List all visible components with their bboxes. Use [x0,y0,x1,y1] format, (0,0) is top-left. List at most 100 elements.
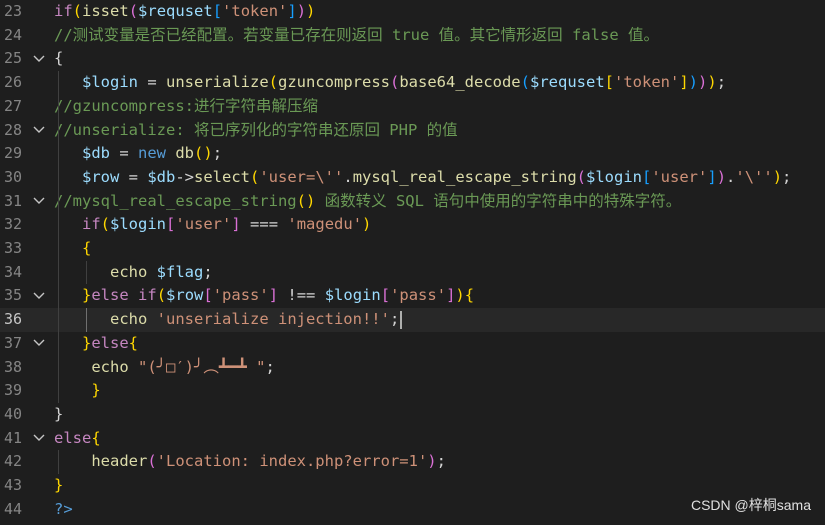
code-line[interactable]: 39 } [0,379,825,403]
code-line[interactable]: 37 }else{ [0,332,825,356]
code-line[interactable]: 34 echo $flag; [0,261,825,285]
line-number: 28 [3,120,22,139]
code-line[interactable]: 30 $row = $db->select('user=\''.mysql_re… [0,166,825,190]
code-token: ( [576,167,586,186]
code-line[interactable]: 29 $db = new db(); [0,142,825,166]
code-line[interactable]: 32 if($login['user'] === 'magedu') [0,213,825,237]
code-token: [ [203,286,213,305]
fold-chevron-icon[interactable] [31,47,47,71]
code-token: ) [203,144,213,163]
code-token: ; [389,310,400,329]
code-line[interactable]: 42 header('Location: index.php?error=1')… [0,450,825,474]
code-token: 'unserialize injection!!' [156,310,390,329]
code-token: } [82,286,92,305]
code-token: ) [716,167,727,186]
line-number: 44 [3,499,22,518]
code-token: isset [82,2,129,20]
code-token: "(╯□′)╯︵┻━┻ " [138,357,266,376]
code-token: echo [110,262,148,281]
fold-chevron-icon[interactable] [31,190,47,214]
code-token: ; [212,144,223,163]
code-content: //测试变量是否已经配置。若变量已存在则返回 true 值。其它情形返回 fal… [54,24,659,48]
code-token: $login [324,286,381,305]
code-token: mysql_real_escape_string [352,167,577,186]
code-line[interactable]: 26 $login = unserialize(gzuncompress(bas… [0,71,825,95]
line-number: 39 [3,381,22,400]
code-token: [ [642,167,652,186]
code-line[interactable]: 28 //unserialize: 将已序列化的字符串还原回 PHP 的值 [0,119,825,143]
code-content: else{ [54,427,101,451]
line-number: 33 [3,239,22,257]
code-content: echo $flag; [54,261,213,285]
code-token: 'token' [614,73,680,92]
fold-chevron-icon[interactable] [31,332,47,356]
fold-chevron-icon[interactable] [31,427,47,451]
code-content: $row = $db->select('user=\''.mysql_real_… [54,166,791,190]
code-content: ?> [54,498,73,522]
line-number: 30 [3,167,22,186]
code-token: 'token' [222,2,288,20]
code-line[interactable]: 33 { [0,237,825,261]
code-token: //mysql_real_escape_string [54,191,297,210]
code-token: } [54,476,64,494]
indent-guide [58,71,59,403]
line-number: 37 [3,333,22,352]
code-token: ( [389,73,400,92]
code-token: ) [362,215,372,234]
code-token: } [54,404,64,423]
code-token: [ [380,286,391,305]
code-token: { [464,286,475,305]
line-number: 36 [3,310,22,329]
line-number: 32 [3,215,22,234]
code-line[interactable]: 24 //测试变量是否已经配置。若变量已存在则返回 true 值。其它情形返回 f… [0,24,825,48]
code-token: ( [72,2,83,20]
code-token: $login [110,215,167,234]
code-line[interactable]: 31 //mysql_real_escape_string() 函数转义 SQL … [0,190,825,214]
indent-guide [58,450,59,474]
code-line[interactable]: 23 if(isset($requset['token'])) [0,0,825,24]
code-token: unserialize [166,73,269,92]
code-token: 'user' [651,167,708,186]
code-token: ] [679,73,689,92]
code-token: } [82,333,92,352]
code-token: ; [265,357,275,376]
line-number: 34 [3,262,22,281]
fold-chevron-icon[interactable] [31,119,47,143]
code-editor[interactable]: 23 if(isset($requset['token'])) 24//测试变量是否… [0,0,825,525]
code-token: ; [782,167,792,186]
code-content: } [54,379,100,403]
code-line[interactable]: 38 echo "(╯□′)╯︵┻━┻ "; [0,356,825,380]
code-token: db [175,144,195,163]
code-content: //gzuncompress:进行字符串解压缩 [54,95,318,119]
code-token: base64_decode [399,73,521,92]
code-token: echo [110,310,148,329]
code-token: ( [128,2,139,20]
code-line[interactable]: 25 { [0,47,825,71]
code-token: 'user=\'' [259,167,344,186]
code-line[interactable]: 27 //gzuncompress:进行字符串解压缩 [0,95,825,119]
code-token: ) [688,73,699,92]
code-line[interactable]: 35 }else if($row['pass'] !== $login['pas… [0,284,825,308]
code-token: $flag [156,262,204,281]
code-content: { [54,47,63,71]
code-token: if [54,2,73,20]
line-number: 41 [3,428,22,447]
code-token: { [82,239,92,257]
line-number: 26 [3,73,22,92]
code-token: ( [520,73,530,92]
code-content: echo 'unserialize injection!!'; [54,308,403,332]
code-line[interactable]: 41 else{ [0,427,825,451]
fold-chevron-icon[interactable] [31,284,47,308]
code-token: ) [698,73,708,92]
line-number: 42 [3,452,22,471]
code-line[interactable]: 40} [0,403,825,427]
line-number: 29 [3,144,22,163]
line-number: 23 [3,2,22,20]
code-token: ; [716,73,727,92]
code-token: 'user' [175,215,232,234]
code-token: { [91,428,101,447]
code-line[interactable]: 36 echo 'unserialize injection!!'; [0,308,825,332]
